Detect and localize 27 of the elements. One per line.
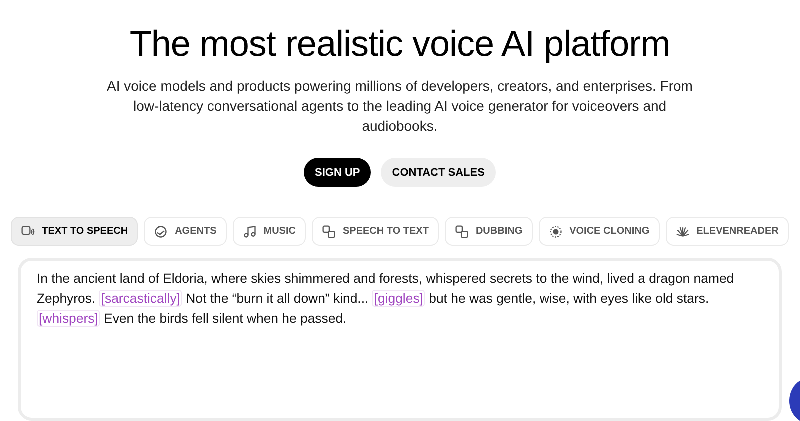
translate-icon bbox=[322, 224, 336, 238]
speech-bubble-icon bbox=[21, 224, 36, 238]
music-note-icon bbox=[242, 224, 257, 238]
contact-sales-button[interactable]: CONTACT SALES bbox=[381, 158, 496, 187]
passage-text: Not the “burn it all down” kind... bbox=[186, 291, 369, 306]
starburst-icon bbox=[676, 224, 690, 238]
sign-up-button[interactable]: SIGN UP bbox=[304, 158, 372, 187]
text-editor[interactable] bbox=[18, 258, 782, 421]
chat-circle-icon bbox=[154, 224, 168, 238]
page-subtitle: AI voice models and products powering millions of developers, creators, and enterprises. From low-latency conversational agents to the leading AI voice generator for voiceovers and audiobooks. bbox=[106, 77, 694, 136]
passage-text: Zephyros. bbox=[37, 291, 96, 306]
product-tab[interactable]: MUSIC bbox=[232, 217, 306, 246]
dotted-circle-icon bbox=[548, 224, 563, 238]
translate-icon bbox=[454, 224, 469, 238]
audio-tag: [sarcastically] bbox=[99, 290, 182, 307]
product-tab[interactable]: TEXT TO SPEECH bbox=[11, 217, 138, 246]
product-tab[interactable]: DUBBING bbox=[444, 217, 533, 246]
audio-tag: [whispers] bbox=[37, 310, 100, 327]
product-tab[interactable]: ELEVENREADER bbox=[666, 217, 789, 246]
product-tab[interactable]: SPEECH TO TEXT bbox=[312, 217, 439, 246]
page-title: The most realistic voice AI platform bbox=[130, 22, 670, 66]
product-tab[interactable]: VOICE CLONING bbox=[538, 217, 660, 246]
passage-text: but he was gentle, wise, with eyes like old stars. bbox=[429, 291, 710, 306]
product-tab[interactable]: AGENTS bbox=[144, 217, 227, 246]
audio-tag: [giggles] bbox=[372, 290, 426, 307]
passage-text: In the ancient land of Eldoria, where skies shimmered and forests, whispered secrets to the wind, lived a dragon named bbox=[37, 271, 734, 286]
passage-text: Even the birds fell silent when he passed. bbox=[104, 311, 347, 326]
